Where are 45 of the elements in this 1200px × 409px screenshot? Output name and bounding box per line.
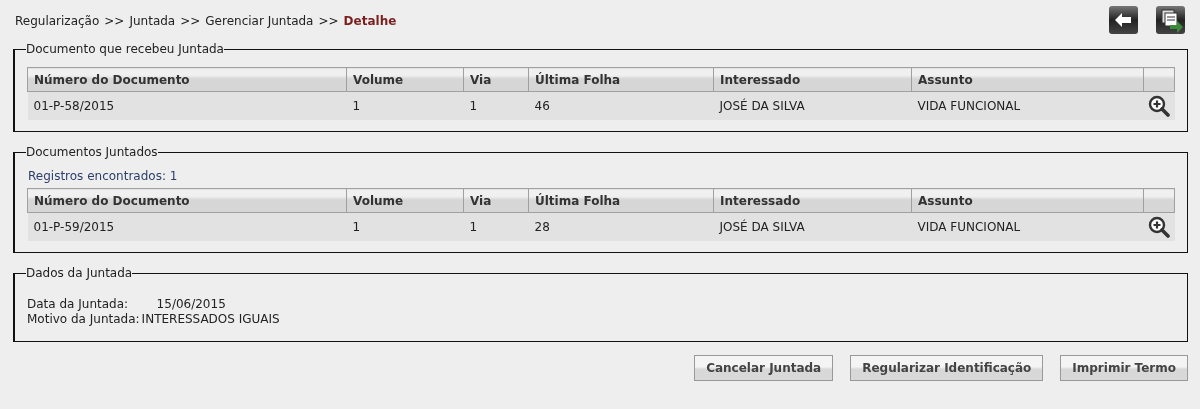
table-cell: 46: [528, 91, 714, 120]
section-legend: Documentos Juntados: [26, 145, 158, 159]
column-header: Assunto: [911, 188, 1144, 213]
column-header: Número do Documento: [27, 188, 347, 213]
column-header: Interessado: [713, 67, 912, 92]
records-count: Registros encontrados: 1: [28, 169, 179, 183]
column-header: Assunto: [911, 67, 1144, 92]
table-cell: VIDA FUNCIONAL: [911, 212, 1144, 241]
field-value: 15/06/2015: [155, 297, 227, 312]
column-header: Interessado: [713, 188, 912, 213]
table-cell: 01-P-58/2015: [27, 91, 347, 120]
breadcrumb-separator: >>: [318, 14, 339, 28]
column-header: Via: [463, 67, 529, 92]
column-header: Número do Documento: [27, 67, 347, 92]
table-cell: JOSÉ DA SILVA: [713, 91, 912, 120]
breadcrumb-link[interactable]: Regularização: [15, 14, 100, 28]
section-legend: Documento que recebeu Juntada: [26, 42, 224, 56]
column-header: Última Folha: [528, 188, 714, 213]
section-legend: Dados da Juntada: [26, 266, 133, 280]
zoom-in-icon[interactable]: [1148, 216, 1170, 238]
breadcrumb-link[interactable]: Juntada: [129, 14, 176, 28]
breadcrumb-separator: >>: [180, 14, 201, 28]
action-button[interactable]: Imprimir Termo: [1060, 355, 1188, 381]
table-cell: 1: [346, 212, 464, 241]
breadcrumb-current: Detalhe: [343, 14, 397, 28]
table-cell: 1: [463, 212, 529, 241]
action-button[interactable]: Regularizar Identificação: [850, 355, 1044, 381]
zoom-in-icon[interactable]: [1148, 95, 1170, 117]
table-cell: 1: [346, 91, 464, 120]
column-header: Via: [463, 188, 529, 213]
table-cell: 01-P-59/2015: [27, 212, 347, 241]
field-label: Data da Juntada:: [27, 297, 130, 312]
table-cell: VIDA FUNCIONAL: [911, 91, 1144, 120]
export-documents-icon[interactable]: [1156, 6, 1185, 34]
table-cell: JOSÉ DA SILVA: [713, 212, 912, 241]
table-cell: 28: [528, 212, 714, 241]
action-button[interactable]: Cancelar Juntada: [694, 355, 834, 381]
breadcrumb-link[interactable]: Gerenciar Juntada: [205, 14, 314, 28]
field-value: INTERESSADOS IGUAIS: [141, 312, 281, 327]
column-header: Última Folha: [528, 67, 714, 92]
breadcrumb-separator: >>: [104, 14, 125, 28]
field-label: Motivo da Juntada:: [27, 312, 140, 327]
column-header: Volume: [346, 67, 464, 92]
table-cell: 1: [463, 91, 529, 120]
column-header: Volume: [346, 188, 464, 213]
